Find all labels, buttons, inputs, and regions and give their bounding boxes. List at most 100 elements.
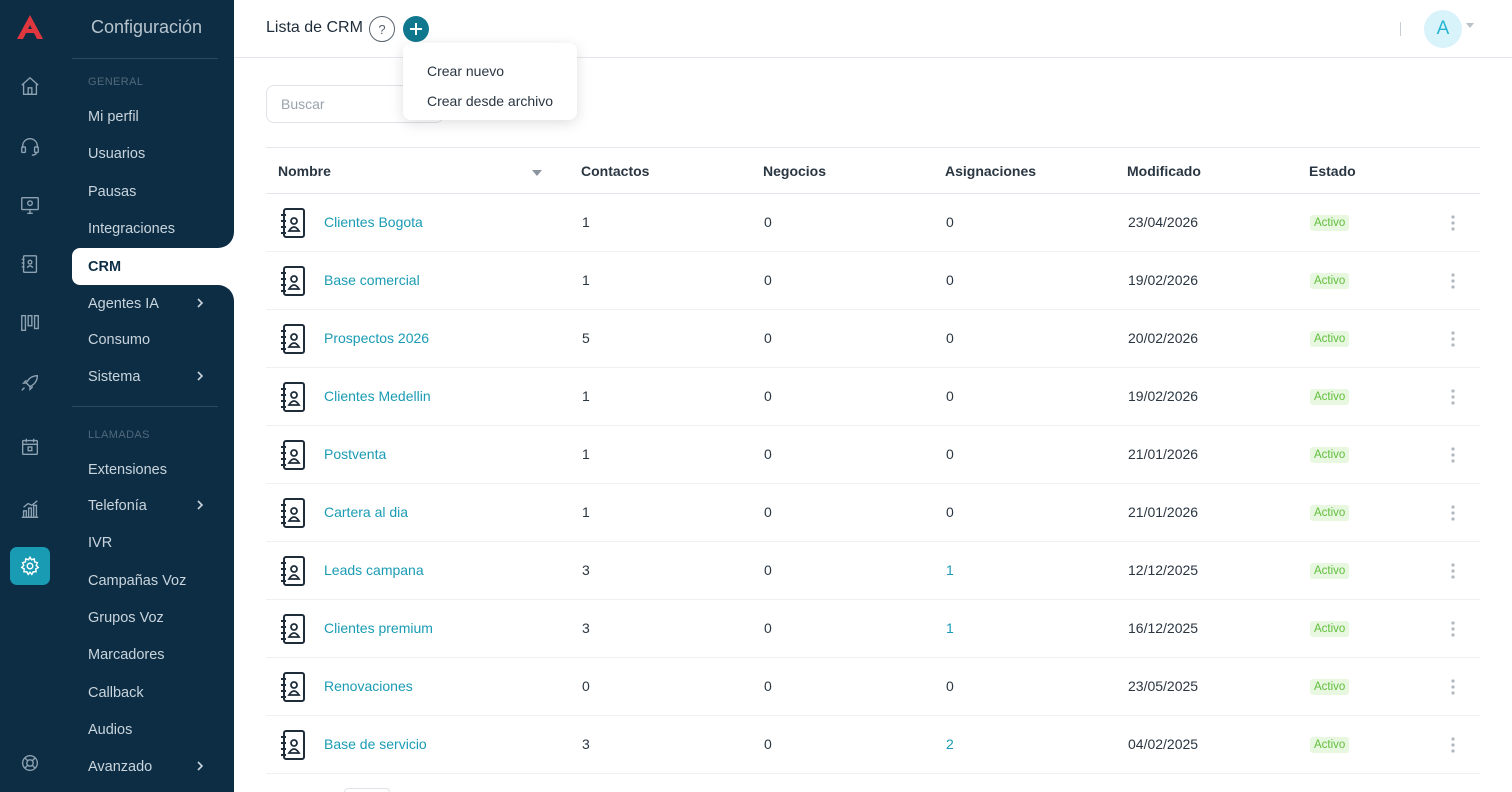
deals-count: 0 bbox=[764, 620, 772, 636]
column-header-estado[interactable]: Estado bbox=[1309, 163, 1356, 179]
sidebar-item-marcadores[interactable]: Marcadores bbox=[72, 636, 234, 673]
kanban-icon[interactable] bbox=[10, 304, 50, 342]
table-row[interactable]: Clientes Medellin 1 0 0 19/02/2026 Activo bbox=[266, 368, 1480, 426]
table-row[interactable]: Base comercial 1 0 0 19/02/2026 Activo bbox=[266, 252, 1480, 310]
contacts-book-icon bbox=[281, 440, 305, 470]
avatar[interactable]: A bbox=[1424, 10, 1462, 48]
table-row[interactable]: Clientes premium 3 0 1 16/12/2025 Activo bbox=[266, 600, 1480, 658]
sidebar-item-consumo[interactable]: Consumo bbox=[72, 321, 234, 358]
table-row[interactable]: Prospectos 2026 5 0 0 20/02/2026 Activo bbox=[266, 310, 1480, 368]
sidebar-item-avanzado[interactable]: Avanzado bbox=[72, 748, 234, 785]
sidebar-item-label: Extensiones bbox=[88, 461, 167, 478]
assignments-count[interactable]: 1 bbox=[946, 620, 954, 636]
table-row[interactable]: Clientes Bogota 1 0 0 23/04/2026 Activo bbox=[266, 194, 1480, 252]
support-icon[interactable] bbox=[10, 744, 50, 782]
sidebar-item-agentes-ia[interactable]: Agentes IA bbox=[72, 285, 234, 322]
logo-icon[interactable] bbox=[15, 13, 45, 41]
contacts-count: 5 bbox=[582, 330, 590, 346]
sort-down-icon[interactable] bbox=[532, 170, 542, 176]
table-row[interactable]: Base de servicio 3 0 2 04/02/2025 Activo bbox=[266, 716, 1480, 774]
sidebar-item-mi-perfil[interactable]: Mi perfil bbox=[72, 98, 234, 135]
kebab-menu-icon[interactable] bbox=[1450, 504, 1456, 522]
calendar-icon[interactable] bbox=[10, 428, 50, 466]
contacts-book-icon bbox=[281, 730, 305, 760]
menu-item-crear-desde-archivo[interactable]: Crear desde archivo bbox=[403, 86, 577, 116]
crm-name-link[interactable]: Renovaciones bbox=[324, 678, 413, 694]
crm-name-link[interactable]: Clientes Bogota bbox=[324, 214, 423, 230]
headset-icon[interactable] bbox=[10, 127, 50, 165]
reports-icon[interactable] bbox=[10, 490, 50, 528]
table-row[interactable]: Postventa 1 0 0 21/01/2026 Activo bbox=[266, 426, 1480, 484]
column-header-nombre[interactable]: Nombre bbox=[278, 163, 331, 179]
kebab-menu-icon[interactable] bbox=[1450, 620, 1456, 638]
deals-count: 0 bbox=[764, 214, 772, 230]
crm-name-link[interactable]: Base de servicio bbox=[324, 736, 427, 752]
sidebar-item-campanas-voz[interactable]: Campañas Voz bbox=[72, 562, 234, 599]
sidebar-item-grupos-voz[interactable]: Grupos Voz bbox=[72, 599, 234, 636]
crm-name-link[interactable]: Leads campana bbox=[324, 562, 424, 578]
divider bbox=[72, 406, 218, 407]
kebab-menu-icon[interactable] bbox=[1450, 214, 1456, 232]
rocket-icon[interactable] bbox=[10, 364, 50, 402]
crm-name-link[interactable]: Prospectos 2026 bbox=[324, 330, 429, 346]
monitor-icon[interactable] bbox=[10, 186, 50, 224]
chevron-down-icon[interactable] bbox=[1466, 23, 1474, 29]
deals-count: 0 bbox=[764, 272, 772, 288]
contacts-book-icon[interactable] bbox=[10, 245, 50, 283]
sidebar-item-label: Campañas Voz bbox=[88, 572, 187, 589]
sidebar-item-telefonia[interactable]: Telefonía bbox=[72, 487, 234, 524]
column-header-contactos[interactable]: Contactos bbox=[581, 163, 649, 179]
sidebar-item-audios[interactable]: Audios bbox=[72, 711, 234, 748]
status-badge: Activo bbox=[1310, 215, 1350, 231]
sidebar-item-label: Callback bbox=[88, 684, 144, 701]
add-button[interactable] bbox=[403, 16, 429, 42]
help-icon[interactable]: ? bbox=[369, 16, 395, 42]
sidebar-item-label: Avanzado bbox=[88, 758, 153, 775]
sidebar-item-ivr[interactable]: IVR bbox=[72, 524, 234, 561]
column-header-negocios[interactable]: Negocios bbox=[763, 163, 826, 179]
sidebar-item-callback[interactable]: Callback bbox=[72, 674, 234, 711]
sidebar-item-label: Marcadores bbox=[88, 646, 165, 663]
section-general: GENERAL bbox=[88, 76, 144, 88]
modified-date: 21/01/2026 bbox=[1128, 446, 1199, 462]
sidebar-item-usuarios[interactable]: Usuarios bbox=[72, 135, 234, 172]
crm-name-link[interactable]: Cartera al dia bbox=[324, 504, 408, 520]
table-row[interactable]: Leads campana 3 0 1 12/12/2025 Activo bbox=[266, 542, 1480, 600]
kebab-menu-icon[interactable] bbox=[1450, 562, 1456, 580]
kebab-menu-icon[interactable] bbox=[1450, 272, 1456, 290]
assignments-count[interactable]: 1 bbox=[946, 562, 954, 578]
assignments-count: 0 bbox=[946, 446, 954, 462]
table-row[interactable]: Renovaciones 0 0 0 23/05/2025 Activo bbox=[266, 658, 1480, 716]
modified-date: 04/02/2025 bbox=[1128, 736, 1199, 752]
pagination-control[interactable] bbox=[344, 788, 390, 792]
sidebar-item-sistema[interactable]: Sistema bbox=[72, 358, 234, 395]
sidebar-item-label: Integraciones bbox=[88, 220, 176, 237]
deals-count: 0 bbox=[764, 678, 772, 694]
page-title: Lista de CRM bbox=[266, 19, 363, 36]
crm-name-link[interactable]: Clientes Medellin bbox=[324, 388, 431, 404]
column-header-asignaciones[interactable]: Asignaciones bbox=[945, 163, 1036, 179]
crm-name-link[interactable]: Base comercial bbox=[324, 272, 420, 288]
kebab-menu-icon[interactable] bbox=[1450, 388, 1456, 406]
table-row[interactable]: Cartera al dia 1 0 0 21/01/2026 Activo bbox=[266, 484, 1480, 542]
kebab-menu-icon[interactable] bbox=[1450, 330, 1456, 348]
contacts-book-icon bbox=[281, 208, 305, 238]
menu-item-crear-nuevo[interactable]: Crear nuevo bbox=[403, 56, 577, 86]
crm-name-link[interactable]: Postventa bbox=[324, 446, 386, 462]
kebab-menu-icon[interactable] bbox=[1450, 678, 1456, 696]
contacts-count: 1 bbox=[582, 504, 590, 520]
home-icon[interactable] bbox=[10, 67, 50, 105]
sidebar-item-crm[interactable]: CRM bbox=[72, 248, 234, 285]
gear-icon[interactable] bbox=[10, 547, 50, 585]
assignments-count[interactable]: 2 bbox=[946, 736, 954, 752]
avatar-initial: A bbox=[1436, 18, 1450, 39]
sidebar-item-integraciones[interactable]: Integraciones bbox=[72, 210, 234, 247]
contacts-book-icon bbox=[281, 498, 305, 528]
crm-name-link[interactable]: Clientes premium bbox=[324, 620, 433, 636]
sidebar-item-label: CRM bbox=[88, 258, 122, 275]
column-header-modificado[interactable]: Modificado bbox=[1127, 163, 1201, 179]
kebab-menu-icon[interactable] bbox=[1450, 446, 1456, 464]
sidebar-item-extensiones[interactable]: Extensiones bbox=[72, 451, 234, 488]
sidebar-item-pausas[interactable]: Pausas bbox=[72, 173, 234, 210]
kebab-menu-icon[interactable] bbox=[1450, 736, 1456, 754]
